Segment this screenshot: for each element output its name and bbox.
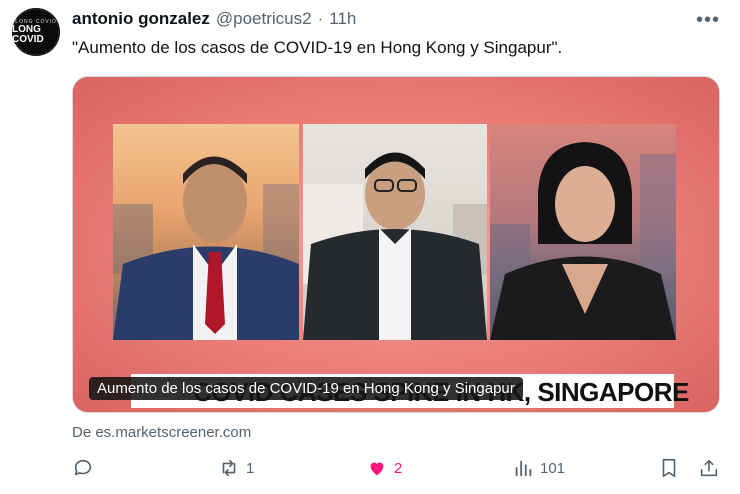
action-bar: 1 2 101 [72,452,728,484]
author-handle[interactable]: @poetricus2 [216,9,312,29]
tweet-text: "Aumento de los casos de COVID-19 en Hon… [72,38,563,57]
author-name[interactable]: antonio gonzalez [72,9,210,29]
avatar-top-text: LONG COVID [15,19,57,25]
reply-icon [74,459,92,476]
more-options-icon[interactable]: ••• [696,8,720,32]
like-button[interactable]: 2 [366,452,402,484]
share-button[interactable] [698,452,720,484]
media-card[interactable]: COVID CASES SPIKE IN HK, SINGAPORE Aumen… [72,76,720,413]
video-panel-right [490,124,676,340]
separator-dot: · [317,9,324,28]
video-panel-center [303,124,487,340]
retweet-button[interactable]: 1 [218,452,254,484]
heart-icon [370,462,384,476]
retweet-count: 1 [246,459,255,477]
avatar-logo-text: LONG COVID [12,24,44,45]
video-panel-left [113,124,299,340]
tweet-header: antonio gonzalez @poetricus2 · 11h [72,9,356,29]
bookmark-icon [662,458,676,478]
anchor-figure-left [113,156,299,340]
video-subtitle: Aumento de los casos de COVID-19 en Hong… [89,377,523,400]
guest-figure [303,152,487,340]
bookmark-button[interactable] [658,452,680,484]
views-count: 101 [540,459,566,477]
anchor-figure-right [490,142,676,340]
retweet-icon [222,459,236,477]
reply-button[interactable] [72,452,100,484]
link-source[interactable]: De es.marketscreener.com [72,424,251,441]
views-button[interactable]: 101 [512,452,565,484]
like-count: 2 [394,459,403,477]
avatar[interactable]: LONG COVID LONG COVID [12,8,60,56]
views-icon [515,460,532,477]
share-icon [700,459,718,477]
tweet-time[interactable]: 11h [329,9,356,29]
